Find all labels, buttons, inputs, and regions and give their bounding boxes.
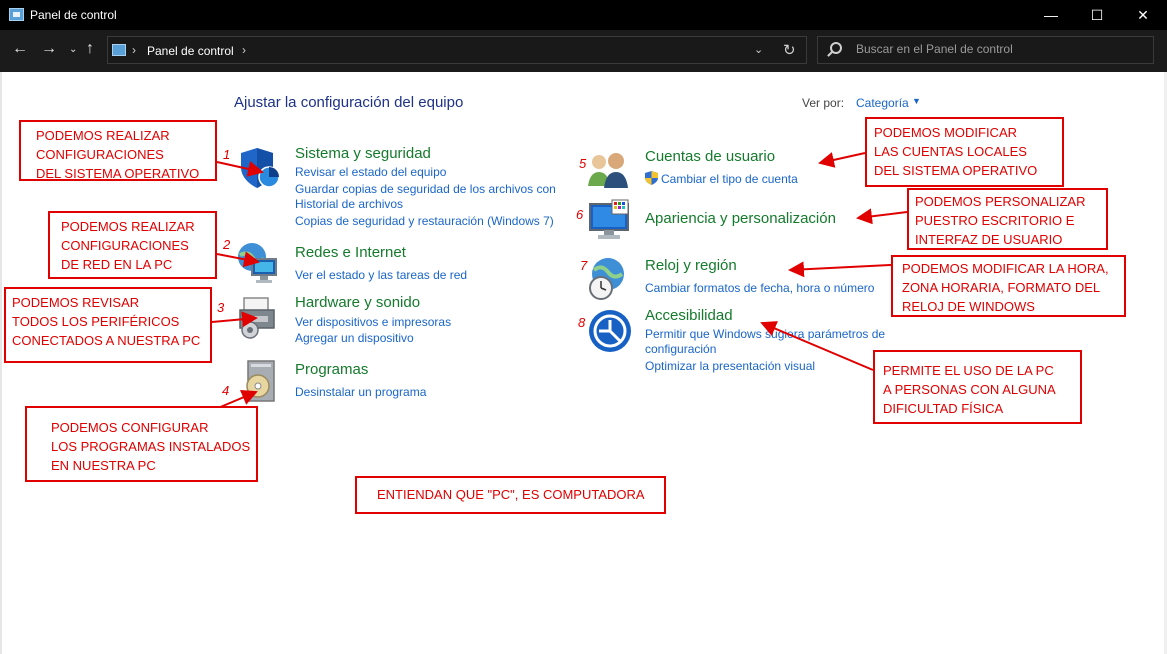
forward-arrow-icon[interactable]: → — [41, 40, 57, 58]
annotation-user-accounts: PODEMOS MODIFICAR LAS CUENTAS LOCALES DEL … — [865, 117, 1064, 187]
link-change-date-formats[interactable]: Cambiar formatos de fecha, hora o número — [645, 281, 874, 295]
category-appearance-personalization[interactable]: Apariencia y personalización — [645, 210, 836, 227]
back-arrow-icon[interactable]: ← — [12, 40, 28, 58]
link-uninstall-program[interactable]: Desinstalar un programa — [295, 385, 426, 399]
navigation-bar: ← → ⌄ ↑ › Panel de control › ⌄ ↻ — [0, 30, 1167, 72]
category-user-accounts[interactable]: Cuentas de usuario — [645, 148, 775, 165]
category-accessibility[interactable]: Accesibilidad — [645, 307, 733, 324]
category-system-security[interactable]: Sistema y seguridad — [295, 145, 431, 162]
annotation-clock-region: PODEMOS MODIFICAR LA HORA, ZONA HORARIA, … — [891, 255, 1126, 317]
annotation-accessibility: PERMITE EL USO DE LA PC A PERSONAS CON AL… — [873, 350, 1082, 424]
link-change-account-type[interactable]: Cambiar el tipo de cuenta — [661, 172, 798, 186]
annotation-network: PODEMOS REALIZAR CONFIGURACIONES DE RED EN… — [48, 211, 217, 279]
link-save-backup-copies[interactable]: Guardar copias de seguridad de los archi… — [295, 182, 556, 196]
annotation-programs: PODEMOS CONFIGURAR LOS PROGRAMAS INSTALAD… — [25, 406, 258, 482]
link-network-status[interactable]: Ver el estado y las tareas de red — [295, 268, 467, 282]
chevron-right-icon[interactable]: › — [132, 43, 136, 57]
clock-globe-icon[interactable] — [586, 256, 632, 302]
programs-disc-icon[interactable] — [236, 358, 282, 404]
annotation-number: 4 — [222, 383, 230, 398]
search-icon — [830, 42, 842, 54]
annotation-number: 3 — [217, 300, 225, 315]
shield-icon[interactable] — [237, 145, 283, 191]
link-add-device[interactable]: Agregar un dispositivo — [295, 331, 414, 345]
window-border — [0, 72, 2, 654]
annotation-number: 8 — [578, 315, 586, 330]
search-box[interactable] — [817, 36, 1154, 64]
control-panel-icon — [9, 8, 24, 21]
link-devices-printers[interactable]: Ver dispositivos e impresoras — [295, 315, 451, 329]
user-accounts-icon[interactable] — [586, 148, 632, 194]
link-file-history[interactable]: Historial de archivos — [295, 197, 403, 211]
link-let-windows-suggest-2[interactable]: configuración — [645, 342, 716, 356]
chevron-right-icon[interactable]: › — [242, 43, 246, 57]
network-globe-icon[interactable] — [236, 241, 282, 287]
refresh-icon[interactable]: ↻ — [783, 41, 796, 59]
accessibility-icon[interactable] — [587, 308, 633, 354]
search-input[interactable] — [856, 42, 1146, 56]
appearance-monitor-icon[interactable] — [586, 198, 632, 244]
chevron-down-icon[interactable]: ⌄ — [754, 43, 763, 56]
close-button[interactable]: ✕ — [1120, 0, 1166, 30]
uac-shield-icon — [645, 171, 658, 185]
annotation-number: 7 — [580, 258, 588, 273]
recent-locations-chevron-icon[interactable]: ⌄ — [69, 44, 77, 55]
window-title: Panel de control — [30, 8, 117, 22]
annotation-number: 6 — [576, 207, 584, 222]
up-arrow-icon[interactable]: ↑ — [86, 40, 94, 58]
link-review-computer-status[interactable]: Revisar el estado del equipo — [295, 165, 446, 179]
printer-speaker-icon[interactable] — [236, 294, 282, 340]
address-box[interactable]: › Panel de control › ⌄ ↻ — [107, 36, 807, 64]
view-by: Ver por: Categoría ▼ — [802, 96, 921, 110]
dropdown-arrow-icon[interactable]: ▼ — [912, 96, 921, 106]
annotation-appearance: PODEMOS PERSONALIZAR PUESTRO ESCRITORIO E… — [907, 188, 1108, 250]
category-network-internet[interactable]: Redes e Internet — [295, 244, 406, 261]
link-let-windows-suggest[interactable]: Permitir que Windows sugiera parámetros … — [645, 327, 885, 341]
minimize-button[interactable]: — — [1028, 0, 1074, 30]
annotation-system-security: PODEMOS REALIZAR CONFIGURACIONES DEL SISTE… — [19, 120, 217, 181]
annotation-number: 5 — [579, 156, 587, 171]
page-title: Ajustar la configuración del equipo — [234, 94, 464, 111]
link-optimize-visual-display[interactable]: Optimizar la presentación visual — [645, 359, 815, 373]
title-bar: Panel de control — ☐ ✕ — [0, 0, 1167, 30]
control-panel-icon — [112, 44, 126, 56]
category-clock-region[interactable]: Reloj y región — [645, 257, 737, 274]
maximize-button[interactable]: ☐ — [1074, 0, 1120, 30]
breadcrumb-control-panel[interactable]: Panel de control — [147, 44, 234, 58]
annotation-number: 2 — [223, 237, 231, 252]
annotation-pc-meaning: ENTIENDAN QUE "PC", ES COMPUTADORA — [355, 476, 666, 514]
view-by-label: Ver por: — [802, 96, 845, 110]
annotation-number: 1 — [223, 147, 231, 162]
category-hardware-sound[interactable]: Hardware y sonido — [295, 294, 420, 311]
view-by-dropdown[interactable]: Categoría — [856, 96, 909, 110]
link-backup-restore[interactable]: Copias de seguridad y restauración (Wind… — [295, 214, 554, 228]
annotation-hardware: PODEMOS REVISAR TODOS LOS PERIFÉRICOS CONE… — [4, 287, 212, 363]
category-programs[interactable]: Programas — [295, 361, 368, 378]
